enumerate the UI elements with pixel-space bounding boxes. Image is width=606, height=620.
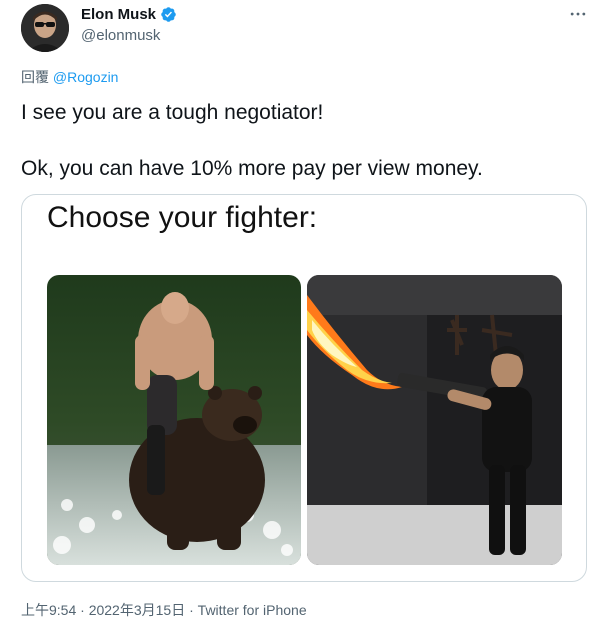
meta-separator: · bbox=[185, 602, 198, 618]
display-name[interactable]: Elon Musk bbox=[81, 6, 156, 23]
reply-mention-link[interactable]: @Rogozin bbox=[53, 69, 119, 85]
avatar-photo-icon bbox=[21, 4, 69, 52]
tweet-text-line: Ok, you can have 10% more pay per view m… bbox=[21, 157, 483, 180]
tweet: Elon Musk @elonmusk 回覆 @Rogozin I see yo… bbox=[0, 0, 606, 620]
author-handle[interactable]: @elonmusk bbox=[81, 27, 160, 44]
reply-prefix: 回覆 bbox=[21, 69, 49, 85]
more-options-icon[interactable] bbox=[566, 4, 590, 24]
flamethrower-image bbox=[307, 275, 562, 565]
tweet-date-link[interactable]: 2022年3月15日 bbox=[89, 602, 186, 618]
meme-caption: Choose your fighter: bbox=[47, 201, 318, 234]
author-avatar[interactable] bbox=[21, 4, 69, 52]
verified-badge-icon bbox=[160, 6, 177, 23]
tweet-timestamp: 上午9:54 · 2022年3月15日 · Twitter for iPhone bbox=[21, 600, 307, 620]
tweet-source-link[interactable]: Twitter for iPhone bbox=[198, 602, 307, 618]
tweet-text-line: I see you are a tough negotiator! bbox=[21, 101, 324, 124]
replying-to: 回覆 @Rogozin bbox=[21, 67, 118, 87]
author-name-row[interactable]: Elon Musk bbox=[81, 6, 177, 23]
bear-rider-image bbox=[47, 275, 301, 565]
tweet-time-link[interactable]: 上午9:54 bbox=[21, 602, 76, 618]
tweet-text: I see you are a tough negotiator! Ok, yo… bbox=[21, 99, 586, 183]
meta-separator: · bbox=[76, 602, 89, 618]
media-image-card[interactable]: Choose your fighter: bbox=[21, 194, 587, 582]
